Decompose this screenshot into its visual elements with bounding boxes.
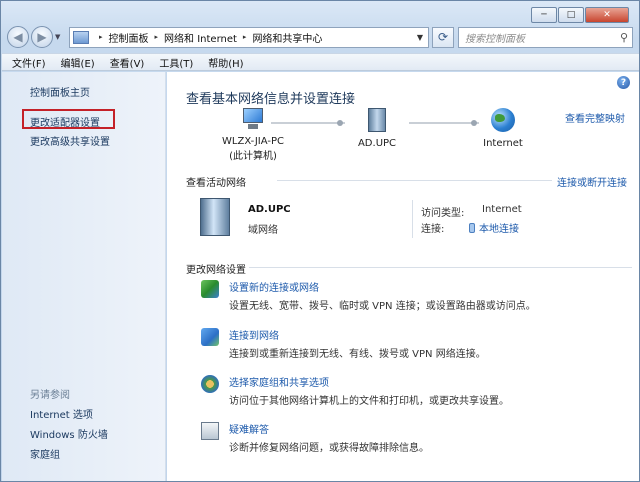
ethernet-connection-icon: [469, 223, 475, 233]
map-node-label: WLZX-JIA-PC: [222, 136, 284, 147]
navigation-row: ◀ ▶ ▼ ▸ 控制面板 ▸ 网络和 Internet ▸ 网络和共享中心 ▼ …: [7, 25, 633, 49]
refresh-icon: ⟳: [437, 30, 449, 44]
active-network-type[interactable]: 域网络: [248, 221, 278, 236]
sidebar-item-control-panel-home[interactable]: 控制面板主页: [30, 84, 90, 99]
active-network-divider: [412, 200, 413, 238]
task-troubleshoot-desc: 诊断并修复网络问题，或获得故障排除信息。: [229, 443, 429, 454]
active-networks-heading: 查看活动网络: [186, 178, 246, 189]
map-node-label: Internet: [483, 138, 523, 149]
access-type-label: 访问类型:: [421, 208, 465, 219]
help-icon[interactable]: ?: [617, 76, 630, 89]
task-connect-network-link[interactable]: 连接到网络: [229, 327, 279, 342]
homegroup-icon: [201, 375, 219, 393]
active-network-name: AD.UPC: [248, 204, 291, 215]
task-homegroup-sharing-desc: 访问位于其他网络计算机上的文件和打印机，或更改共享设置。: [229, 396, 509, 407]
map-node-domain[interactable]: AD.UPC: [347, 108, 407, 149]
left-navigation-pane: 控制面板主页 更改适配器设置 更改高级共享设置 另请参阅 Internet 选项…: [2, 72, 166, 481]
map-node-sublabel: (此计算机): [229, 151, 277, 162]
maximize-button[interactable]: □: [558, 7, 584, 23]
domain-server-icon: [368, 108, 386, 132]
address-bar[interactable]: ▸ 控制面板 ▸ 网络和 Internet ▸ 网络和共享中心 ▼: [69, 26, 429, 48]
main-content-pane: ? 查看基本网络信息并设置连接 查看完整映射 WLZX-JIA-PC (此计算机…: [167, 72, 639, 481]
minimize-icon: ─: [541, 10, 547, 20]
breadcrumb-network-internet[interactable]: 网络和 Internet: [164, 30, 237, 45]
menu-bar: 文件(F) 编辑(E) 查看(V) 工具(T) 帮助(H): [2, 53, 639, 71]
task-connect-network-desc: 连接到或重新连接到无线、有线、拨号或 VPN 网络连接。: [229, 349, 486, 360]
breadcrumb-separator-icon[interactable]: ▸: [155, 33, 159, 41]
local-connection-label[interactable]: 本地连接: [479, 224, 519, 235]
section-divider: [249, 267, 632, 268]
close-icon: ✕: [603, 10, 611, 20]
globe-icon: [491, 108, 515, 132]
window-caption-buttons: ─ □ ✕: [530, 7, 629, 23]
search-placeholder: 搜索控制面板: [465, 33, 525, 45]
menu-help[interactable]: 帮助(H): [208, 55, 243, 70]
close-button[interactable]: ✕: [585, 7, 629, 23]
menu-file[interactable]: 文件(F): [12, 55, 46, 70]
sidebar-item-windows-firewall[interactable]: Windows 防火墙: [30, 426, 108, 441]
forward-arrow-icon: ▶: [37, 30, 47, 44]
refresh-button[interactable]: ⟳: [432, 26, 454, 48]
local-connection-link[interactable]: 本地连接: [469, 220, 519, 235]
task-troubleshoot-link[interactable]: 疑难解答: [229, 421, 269, 436]
recent-pages-dropdown[interactable]: ▼: [55, 33, 65, 41]
sidebar-item-internet-options[interactable]: Internet 选项: [30, 406, 93, 421]
maximize-icon: □: [566, 10, 576, 20]
breadcrumb-separator-icon[interactable]: ▸: [243, 33, 247, 41]
page-title: 查看基本网络信息并设置连接: [186, 92, 356, 107]
connections-label: 连接:: [421, 224, 445, 235]
active-network-icon: [200, 198, 230, 236]
back-arrow-icon: ◀: [13, 30, 23, 44]
computer-icon: [241, 108, 265, 130]
search-input[interactable]: 搜索控制面板 ⚲: [458, 26, 633, 48]
change-network-settings-heading: 更改网络设置: [186, 265, 246, 276]
menu-edit[interactable]: 编辑(E): [61, 55, 95, 70]
breadcrumb-control-panel[interactable]: 控制面板: [109, 30, 149, 45]
breadcrumb-network-sharing-center[interactable]: 网络和共享中心: [252, 30, 322, 45]
search-icon[interactable]: ⚲: [620, 31, 628, 44]
map-node-this-computer[interactable]: WLZX-JIA-PC (此计算机): [209, 108, 297, 162]
sidebar-item-homegroup[interactable]: 家庭组: [30, 446, 60, 461]
map-link-line: [271, 122, 345, 124]
connect-network-icon: [201, 328, 219, 346]
menu-view[interactable]: 查看(V): [110, 55, 145, 70]
minimize-button[interactable]: ─: [531, 7, 557, 23]
see-also-heading: 另请参阅: [30, 390, 70, 401]
map-link-dot: [337, 120, 343, 126]
map-node-internet[interactable]: Internet: [473, 108, 533, 149]
task-homegroup-sharing-link[interactable]: 选择家庭组和共享选项: [229, 374, 329, 389]
troubleshoot-icon: [201, 422, 219, 440]
sidebar-item-change-advanced-sharing[interactable]: 更改高级共享设置: [30, 133, 110, 148]
forward-button[interactable]: ▶: [31, 26, 53, 48]
control-panel-icon: [73, 30, 89, 44]
section-divider: [277, 180, 552, 181]
map-node-label: AD.UPC: [357, 138, 397, 149]
network-sharing-center-window: ─ □ ✕ ◀ ▶ ▼ ▸ 控制面板 ▸ 网络和 Internet ▸ 网络和共…: [0, 0, 640, 482]
menu-tools[interactable]: 工具(T): [159, 55, 193, 70]
access-type-value: Internet: [482, 204, 522, 215]
breadcrumb-separator-icon[interactable]: ▸: [99, 33, 103, 41]
sidebar-item-change-adapter-settings[interactable]: 更改适配器设置: [30, 114, 100, 129]
task-setup-connection-desc: 设置无线、宽带、拨号、临时或 VPN 连接；或设置路由器或访问点。: [229, 301, 536, 312]
connect-or-disconnect-link[interactable]: 连接或断开连接: [557, 174, 627, 189]
back-button[interactable]: ◀: [7, 26, 29, 48]
map-link-line: [409, 122, 479, 124]
task-setup-connection-link[interactable]: 设置新的连接或网络: [229, 279, 319, 294]
address-dropdown-icon[interactable]: ▼: [412, 33, 428, 42]
setup-connection-icon: [201, 280, 219, 298]
